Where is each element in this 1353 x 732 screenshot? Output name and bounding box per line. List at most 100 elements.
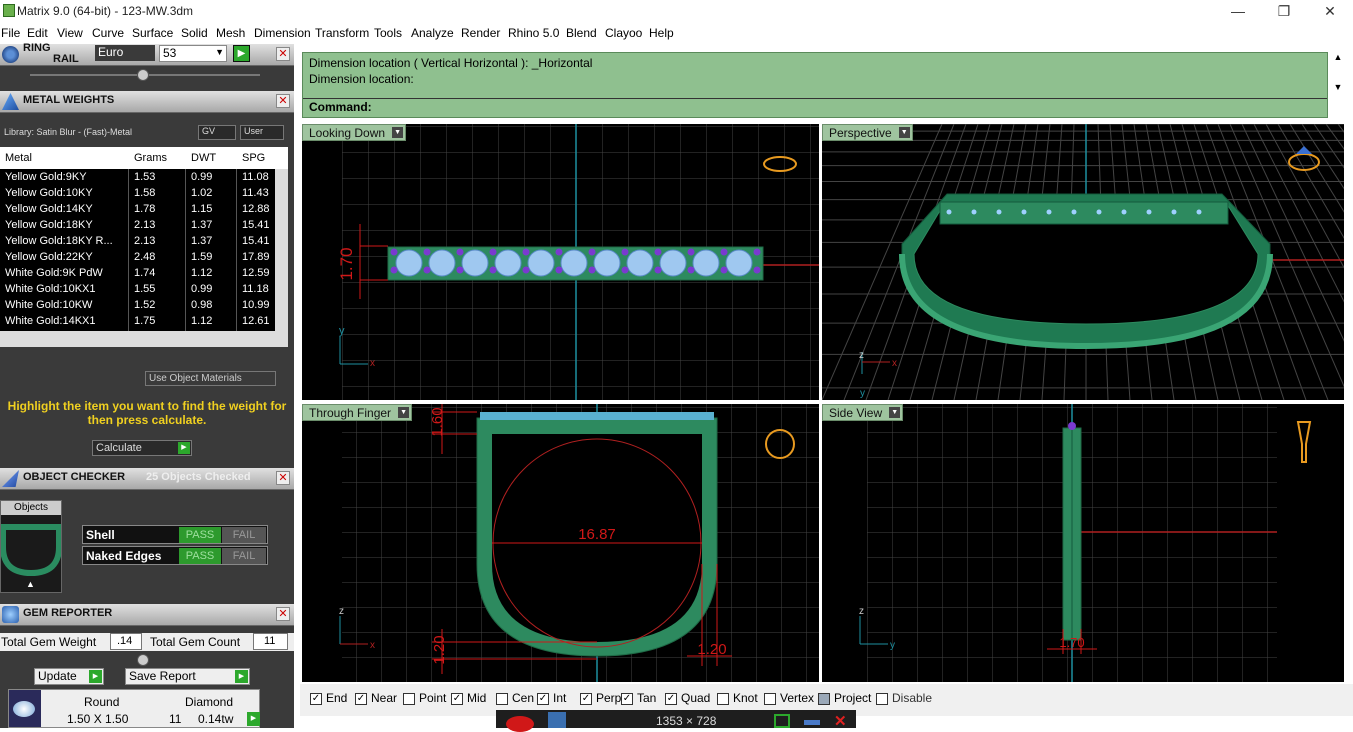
close-icon[interactable]: ✕ (276, 471, 290, 485)
gem (395, 249, 423, 277)
menu-dimension[interactable]: Dimension (254, 26, 311, 40)
checkbox[interactable]: ✓ (621, 692, 633, 705)
checkbox[interactable]: ✓ (537, 692, 549, 705)
osnap-project[interactable]: Project (818, 691, 871, 705)
close-button[interactable]: ✕ (1307, 0, 1353, 23)
viewport-label-front[interactable]: Through Finger ▼ (302, 404, 413, 421)
record-icon[interactable] (506, 716, 534, 732)
col-grams[interactable]: Grams (134, 152, 167, 164)
checkbox[interactable]: ✓ (355, 692, 367, 705)
menu-render[interactable]: Render (461, 26, 500, 40)
menu-help[interactable]: Help (649, 26, 674, 40)
checkbox[interactable] (496, 692, 508, 705)
osnap-perp[interactable]: ✓ Perp (580, 691, 621, 705)
use-object-materials-toggle[interactable]: Use Object Materials (145, 371, 276, 386)
menu-surface[interactable]: Surface (132, 26, 173, 40)
size-value-select[interactable]: 53 ▼ (159, 45, 227, 62)
col-metal[interactable]: Metal (5, 152, 32, 164)
osnap-point[interactable]: Point (403, 691, 446, 705)
menu-view[interactable]: View (57, 26, 83, 40)
maximize-icon[interactable] (774, 714, 790, 728)
checkbox[interactable]: ✓ (451, 692, 463, 705)
minimize-button[interactable]: — (1215, 0, 1261, 23)
osnap-cen[interactable]: Cen (496, 691, 534, 705)
command-scrollbar[interactable]: ▲ ▼ (1331, 52, 1345, 118)
viewport-label-side[interactable]: Side View ▼ (822, 404, 904, 421)
table-row[interactable]: White Gold:14KX1 1.75 1.12 12.61 (0, 313, 275, 329)
menu-file[interactable]: File (1, 26, 20, 40)
viewport-side[interactable]: 1.70 z y Side View ▼ (822, 404, 1344, 682)
gem (1046, 209, 1052, 215)
slider-handle[interactable] (137, 69, 149, 81)
osnap-tan[interactable]: ✓ Tan (621, 691, 656, 705)
table-row[interactable]: Yellow Gold:22KY 2.48 1.59 17.89 (0, 249, 275, 265)
table-row[interactable]: White Gold:10KW 1.52 0.98 10.99 (0, 297, 275, 313)
col-dwt[interactable]: DWT (191, 152, 216, 164)
osnap-mid[interactable]: ✓ Mid (451, 691, 486, 705)
menu-curve[interactable]: Curve (92, 26, 124, 40)
calculate-button[interactable]: Calculate ▶ (92, 440, 192, 456)
close-icon[interactable]: ✕ (276, 47, 290, 61)
table-row[interactable]: White Gold:9K PdW 1.74 1.12 12.59 (0, 265, 275, 281)
restore-button[interactable]: ❐ (1261, 0, 1307, 23)
close-icon[interactable]: ✕ (276, 607, 290, 621)
objects-thumbnail[interactable]: Objects ▲ (0, 500, 62, 593)
size-system-select[interactable]: Euro (95, 45, 155, 61)
collapse-icon[interactable]: ▲ (26, 579, 35, 589)
checkbox[interactable] (876, 692, 888, 705)
update-button[interactable]: Update ▶ (34, 668, 104, 685)
save-report-button[interactable]: Save Report ▶ (125, 668, 250, 685)
osnap-knot[interactable]: Knot (717, 691, 758, 705)
osnap-end[interactable]: ✓ End (310, 691, 347, 705)
menu-edit[interactable]: Edit (27, 26, 48, 40)
minimize-icon[interactable] (804, 720, 820, 725)
table-row[interactable]: Yellow Gold:14KY 1.78 1.15 12.88 (0, 201, 275, 217)
play-icon[interactable]: ▶ (247, 712, 260, 726)
checkbox[interactable] (403, 692, 415, 705)
command-prompt[interactable]: Command: (309, 100, 372, 114)
table-hscrollbar[interactable] (0, 331, 288, 347)
menu-rhino[interactable]: Rhino 5.0 (508, 26, 559, 40)
apply-size-button[interactable]: ▶ (233, 45, 250, 62)
osnap-vertex[interactable]: Vertex (764, 691, 814, 705)
osnap-disable[interactable]: Disable (876, 691, 932, 705)
menu-analyze[interactable]: Analyze (411, 26, 454, 40)
table-row[interactable]: White Gold:10KX1 1.55 0.99 11.18 (0, 281, 275, 297)
checkbox[interactable]: ✓ (310, 692, 322, 705)
checkbox[interactable] (818, 692, 830, 705)
user-toggle[interactable]: User (240, 125, 284, 140)
menu-blend[interactable]: Blend (566, 26, 597, 40)
viewport-looking-down[interactable]: 1.70 y x Looking Down ▼ (302, 124, 819, 400)
checkbox[interactable] (764, 692, 776, 705)
table-row[interactable]: Yellow Gold:18KY 2.13 1.37 15.41 (0, 217, 275, 233)
osnap-near[interactable]: ✓ Near (355, 691, 397, 705)
table-row[interactable]: Yellow Gold:18KY R... 2.13 1.37 15.41 (0, 233, 275, 249)
viewport-perspective[interactable]: z x y Perspective ▼ (822, 124, 1344, 400)
gem-slider-handle[interactable] (137, 654, 149, 666)
checkbox[interactable] (717, 692, 729, 705)
osnap-quad[interactable]: ✓ Quad (665, 691, 710, 705)
gem (461, 249, 489, 277)
menu-transform[interactable]: Transform (315, 26, 369, 40)
menu-tools[interactable]: Tools (374, 26, 402, 40)
close-icon[interactable]: ✕ (834, 712, 847, 730)
svg-text:z: z (339, 606, 344, 617)
viewport-label-top[interactable]: Looking Down ▼ (302, 124, 407, 141)
table-cell: Yellow Gold:18KY R... (5, 235, 113, 247)
shell-pass: PASS (179, 527, 221, 543)
menu-solid[interactable]: Solid (181, 26, 208, 40)
table-row[interactable]: Yellow Gold:10KY 1.58 1.02 11.43 (0, 185, 275, 201)
menu-clayoo[interactable]: Clayoo (605, 26, 642, 40)
viewport-label-persp[interactable]: Perspective ▼ (822, 124, 913, 141)
checkbox[interactable]: ✓ (580, 692, 592, 705)
osnap-int[interactable]: ✓ Int (537, 691, 566, 705)
menu-mesh[interactable]: Mesh (216, 26, 245, 40)
col-spg[interactable]: SPG (242, 152, 265, 164)
checkbox[interactable]: ✓ (665, 692, 677, 705)
camera-icon[interactable] (548, 712, 566, 728)
close-icon[interactable]: ✕ (276, 94, 290, 108)
gv-toggle[interactable]: GV (198, 125, 236, 140)
viewport-through-finger[interactable]: 16.87 1.60 1.20 1.20 z x Through Finger ▼ (302, 404, 819, 682)
table-row[interactable]: Yellow Gold:9KY 1.53 0.99 11.08 (0, 169, 275, 185)
table-scrollbar[interactable] (275, 169, 288, 331)
